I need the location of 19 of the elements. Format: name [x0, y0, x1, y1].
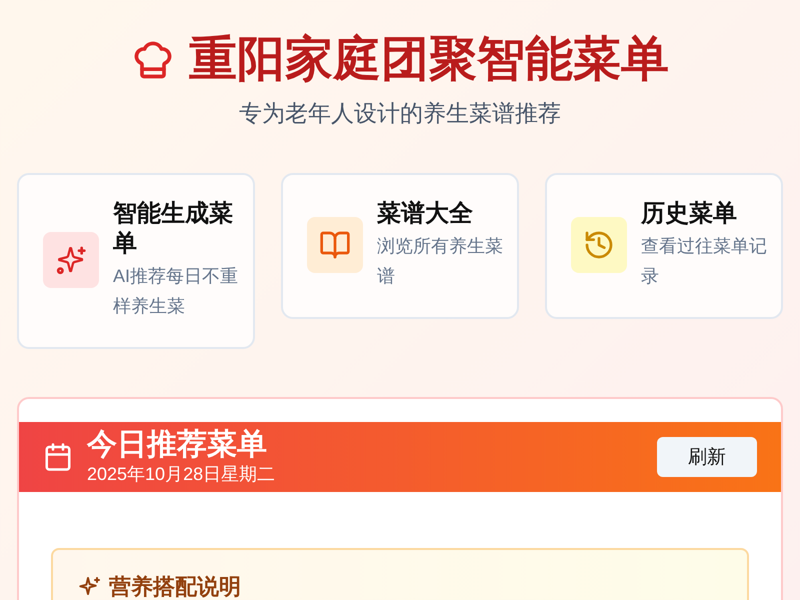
feature-title: 历史菜单 — [641, 199, 738, 229]
menu-title: 今日推荐菜单 — [87, 428, 268, 462]
open-book-icon — [319, 229, 351, 261]
feature-description: 查看过往菜单记录 — [641, 235, 768, 288]
sparkle-icon — [55, 244, 87, 276]
feature-title: 菜谱大全 — [377, 199, 474, 229]
menu-date: 2025年10月28日星期二 — [87, 463, 276, 486]
feature-card[interactable]: 历史菜单 查看过往菜单记录 — [545, 173, 783, 319]
calendar-icon — [43, 442, 73, 472]
page-title: 重阳家庭团聚智能菜单 — [189, 32, 669, 88]
history-icon — [583, 229, 615, 261]
page-subtitle: 专为老年人设计的养生菜谱推荐 — [238, 99, 562, 128]
feature-description: AI推荐每日不重样养生菜 — [113, 265, 240, 318]
refresh-button[interactable]: 刷新 — [657, 437, 757, 477]
feature-card[interactable]: 菜谱大全 浏览所有养生菜谱 — [281, 173, 519, 319]
feature-title: 智能生成菜单 — [113, 199, 234, 259]
feature-card[interactable]: 智能生成菜单 AI推荐每日不重样养生菜 — [17, 173, 255, 349]
nutrition-title: 营养搭配说明 — [109, 573, 241, 600]
feature-description: 浏览所有养生菜谱 — [377, 235, 504, 288]
